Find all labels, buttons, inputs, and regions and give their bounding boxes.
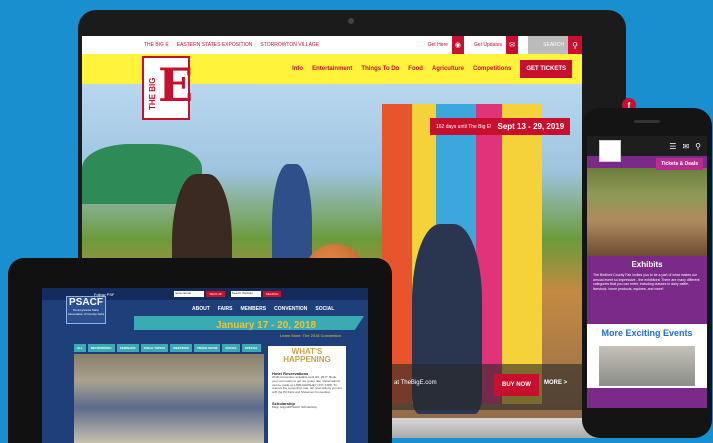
psacf-logo-title: PSACF [69, 297, 103, 308]
countdown-days: 162 days until The Big E! [436, 123, 492, 130]
convention-dates: January 17 - 20, 2018 [216, 320, 317, 331]
search-icon[interactable]: ⚲ [568, 36, 582, 54]
hero-ride-stripe [502, 104, 542, 404]
site-search-input[interactable]: Search Website [230, 291, 261, 297]
scholarship-text: Msgr. Hilgnal/PSACF Scholarship. [272, 405, 318, 410]
nav-info[interactable]: Info [292, 66, 303, 72]
whats-happening-panel: WHAT'S HAPPENING Hotel Reservations 2018… [268, 346, 346, 443]
event-dates: Sept 13 - 29, 2019 [497, 122, 565, 131]
phone-speaker [634, 120, 660, 123]
big-e-logo[interactable]: THE BIG E [142, 56, 194, 120]
webcam [348, 18, 354, 24]
get-here-link[interactable]: Get Here [428, 42, 448, 48]
top-utility-bar: THE BIG E EASTERN STATES EXPOSITION STOR… [82, 36, 582, 54]
menu-icon[interactable]: ☰ [669, 142, 676, 151]
tablet-navigation: ABOUT FAIRS MEMBERS CONVENTION SOCIAL [192, 306, 334, 312]
buy-now-button[interactable]: BUY NOW [494, 374, 539, 396]
whats-happening-heading: WHAT'S HAPPENING [283, 347, 331, 365]
tab-special[interactable]: SPECIAL [241, 344, 261, 352]
exhibits-section: Exhibits The Bedford County Fair invites… [587, 256, 707, 324]
email-field[interactable]: Enter Email [174, 291, 205, 297]
nav-fairs[interactable]: FAIRS [218, 306, 233, 312]
tab-networking[interactable]: NETWORKING [87, 344, 115, 352]
nav-social[interactable]: SOCIAL [315, 306, 334, 312]
signup-button[interactable]: SIGN UP [206, 291, 225, 297]
envelope-icon[interactable]: ✉ [682, 142, 689, 151]
envelope-icon[interactable]: ✉ [506, 36, 518, 54]
hotel-reservations-text: 2018 Convention available April 3rd, 201… [272, 374, 342, 395]
phone-footer-band [587, 388, 707, 408]
event-photo [599, 346, 695, 386]
nav-convention[interactable]: CONVENTION [274, 306, 307, 312]
map-pin-icon[interactable]: ◉ [451, 36, 464, 54]
top-link-exposition[interactable]: EASTERN STATES EXPOSITION [177, 42, 253, 48]
tab-meetings[interactable]: MEETINGS [170, 344, 192, 352]
nav-agriculture[interactable]: Agriculture [432, 66, 464, 72]
tab-table-topics[interactable]: TABLE TOPICS [140, 344, 169, 352]
tab-trade-show[interactable]: TRADE SHOW [193, 344, 221, 352]
top-link-the-big-e[interactable]: THE BIG E [144, 42, 169, 48]
nav-food[interactable]: Food [408, 66, 423, 72]
convention-learn-more[interactable]: Learn More: The 2018 Convention [280, 333, 341, 338]
phone-screen: ☰ ✉ ⚲ Tickets & Deals Exhibits The Bedfo… [587, 136, 707, 408]
nav-things-to-do[interactable]: Things To Do [361, 66, 399, 72]
fair-logo[interactable] [599, 140, 621, 162]
logo-the-big-text: THE BIG [148, 77, 157, 110]
exhibits-text: The Bedford County Fair invites you to b… [593, 273, 700, 292]
tablet-screen: Follow PSF Enter Email SIGN UP Search We… [42, 288, 368, 443]
psacf-logo-subtitle: Pennsylvania State Association of County… [67, 308, 105, 316]
tablet-device: Follow PSF Enter Email SIGN UP Search We… [8, 258, 392, 443]
more-link[interactable]: MORE > [544, 380, 567, 386]
promo-url: at TheBigE.com [394, 380, 437, 386]
nav-members[interactable]: MEMBERS [241, 306, 267, 312]
nav-entertainment[interactable]: Entertainment [312, 66, 352, 72]
top-link-storrowton[interactable]: STORROWTON VILLAGE [260, 42, 319, 48]
get-updates-link[interactable]: Get Updates [474, 42, 502, 48]
tab-all[interactable]: ALL [74, 344, 86, 352]
phone-device: ☰ ✉ ⚲ Tickets & Deals Exhibits The Bedfo… [582, 108, 712, 438]
logo-e-letter: E [158, 58, 194, 112]
filter-tabs: ALL NETWORKING SEMINARS TABLE TOPICS MEE… [74, 344, 261, 352]
search-input[interactable]: SEARCH [528, 36, 568, 54]
countdown-banner: 162 days until The Big E! Sept 13 - 29, … [430, 118, 571, 135]
nav-competitions[interactable]: Competitions [473, 66, 511, 72]
convention-hall-photo [74, 354, 264, 443]
get-tickets-button[interactable]: GET TICKETS [520, 60, 572, 78]
tickets-deals-button[interactable]: Tickets & Deals [656, 158, 703, 170]
search-icon[interactable]: ⚲ [695, 142, 701, 151]
cow-photo [587, 168, 707, 256]
nav-about[interactable]: ABOUT [192, 306, 210, 312]
psacf-logo[interactable]: PSACF Pennsylvania State Association of … [66, 296, 106, 324]
tab-social[interactable]: SOCIAL [222, 344, 240, 352]
tab-seminars[interactable]: SEMINARS [116, 344, 139, 352]
exhibits-title: Exhibits [631, 260, 663, 269]
more-events-heading: More Exciting Events [601, 328, 693, 338]
site-search-button[interactable]: SEARCH [262, 291, 282, 297]
